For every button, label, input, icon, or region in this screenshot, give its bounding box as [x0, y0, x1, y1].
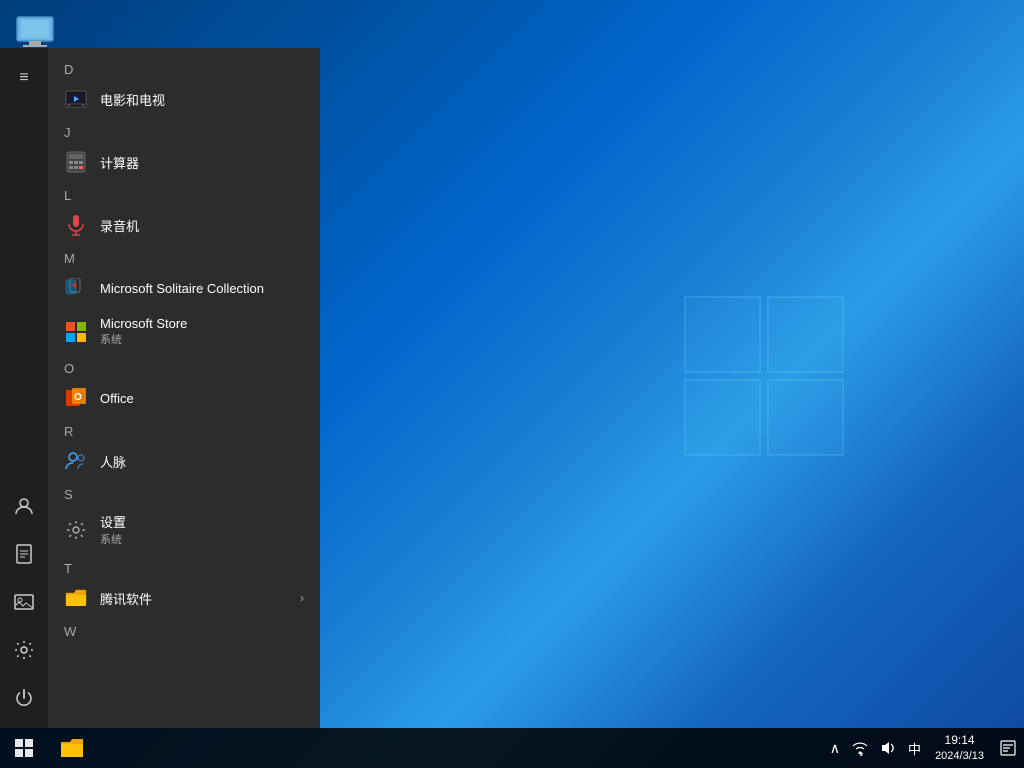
svg-text:O: O [74, 392, 82, 403]
this-pc-icon [15, 15, 55, 51]
settings-info: 设置 系统 [100, 512, 126, 547]
start-menu-sidebar: ≡ [0, 48, 48, 728]
sidebar-power-button[interactable] [0, 676, 48, 720]
desktop: 此电脑 ≡ [0, 0, 1024, 768]
movies-tv-icon [64, 87, 88, 111]
tray-time: 19:14 [945, 732, 975, 749]
app-item-tencent[interactable]: 腾讯软件 › [48, 578, 320, 618]
app-item-calculator[interactable]: 计算器 [48, 142, 320, 182]
sidebar-documents-button[interactable] [0, 532, 48, 576]
movies-tv-label: 电影和电视 [100, 90, 165, 109]
tencent-folder-icon [64, 586, 88, 610]
ms-store-label: Microsoft Store [100, 316, 187, 331]
app-item-movies-tv[interactable]: 电影和电视 [48, 79, 320, 119]
section-letter-t: T [48, 555, 320, 578]
solitaire-icon: ♠ [64, 276, 88, 300]
start-menu: ≡ [0, 48, 320, 728]
app-item-solitaire[interactable]: ♠ Microsoft Solitaire Collection [48, 268, 320, 308]
app-list: D 电影和电视 J [48, 48, 320, 728]
section-letter-m: M [48, 245, 320, 268]
app-item-contacts[interactable]: 人脉 [48, 441, 320, 481]
voice-recorder-label: 录音机 [100, 216, 139, 235]
office-icon: O [64, 386, 88, 410]
contacts-label: 人脉 [100, 452, 126, 471]
calculator-label: 计算器 [100, 153, 139, 172]
office-label: Office [100, 391, 134, 406]
app-item-voice-recorder[interactable]: 录音机 [48, 205, 320, 245]
section-letter-j: J [48, 119, 320, 142]
section-letter-w: W [48, 618, 320, 641]
ms-store-info: Microsoft Store 系统 [100, 316, 187, 347]
app-item-office[interactable]: O Office [48, 378, 320, 418]
voice-recorder-icon [64, 213, 88, 237]
taskbar-start-button[interactable] [0, 728, 48, 768]
sidebar-user-button[interactable] [0, 484, 48, 528]
taskbar-system-tray: ∧ 中 [824, 728, 1024, 768]
app-item-settings[interactable]: 设置 系统 [48, 504, 320, 555]
settings-label: 设置 [100, 512, 126, 531]
tray-date: 2024/3/13 [935, 749, 984, 764]
section-letter-s: S [48, 481, 320, 504]
taskbar: ∧ 中 [0, 728, 1024, 768]
ms-store-icon [64, 320, 88, 344]
sidebar-settings-button[interactable] [0, 628, 48, 672]
settings-sub: 系统 [100, 531, 126, 547]
ms-store-sub: 系统 [100, 331, 187, 347]
windows-logo-decoration [684, 296, 844, 456]
section-letter-o: O [48, 355, 320, 378]
tray-volume-icon[interactable] [874, 728, 902, 768]
settings-icon [64, 518, 88, 542]
app-item-ms-store[interactable]: Microsoft Store 系统 [48, 308, 320, 355]
tray-show-hidden-button[interactable]: ∧ [824, 728, 846, 768]
hamburger-button[interactable]: ≡ [0, 56, 48, 100]
tray-network-icon[interactable] [846, 728, 874, 768]
svg-text:♠: ♠ [72, 280, 78, 291]
section-letter-r: R [48, 418, 320, 441]
tray-notification-button[interactable] [992, 728, 1024, 768]
tencent-expand-arrow: › [300, 591, 304, 605]
section-letter-l: L [48, 182, 320, 205]
taskbar-file-explorer-button[interactable] [48, 728, 96, 768]
calculator-icon [64, 150, 88, 174]
section-letter-d: D [48, 56, 320, 79]
sidebar-photos-button[interactable] [0, 580, 48, 624]
sidebar-bottom-icons [0, 484, 48, 728]
solitaire-label: Microsoft Solitaire Collection [100, 281, 264, 296]
tray-clock[interactable]: 19:14 2024/3/13 [927, 728, 992, 768]
contacts-icon [64, 449, 88, 473]
tencent-label: 腾讯软件 [100, 589, 152, 608]
tray-ime-indicator[interactable]: 中 [902, 728, 927, 768]
